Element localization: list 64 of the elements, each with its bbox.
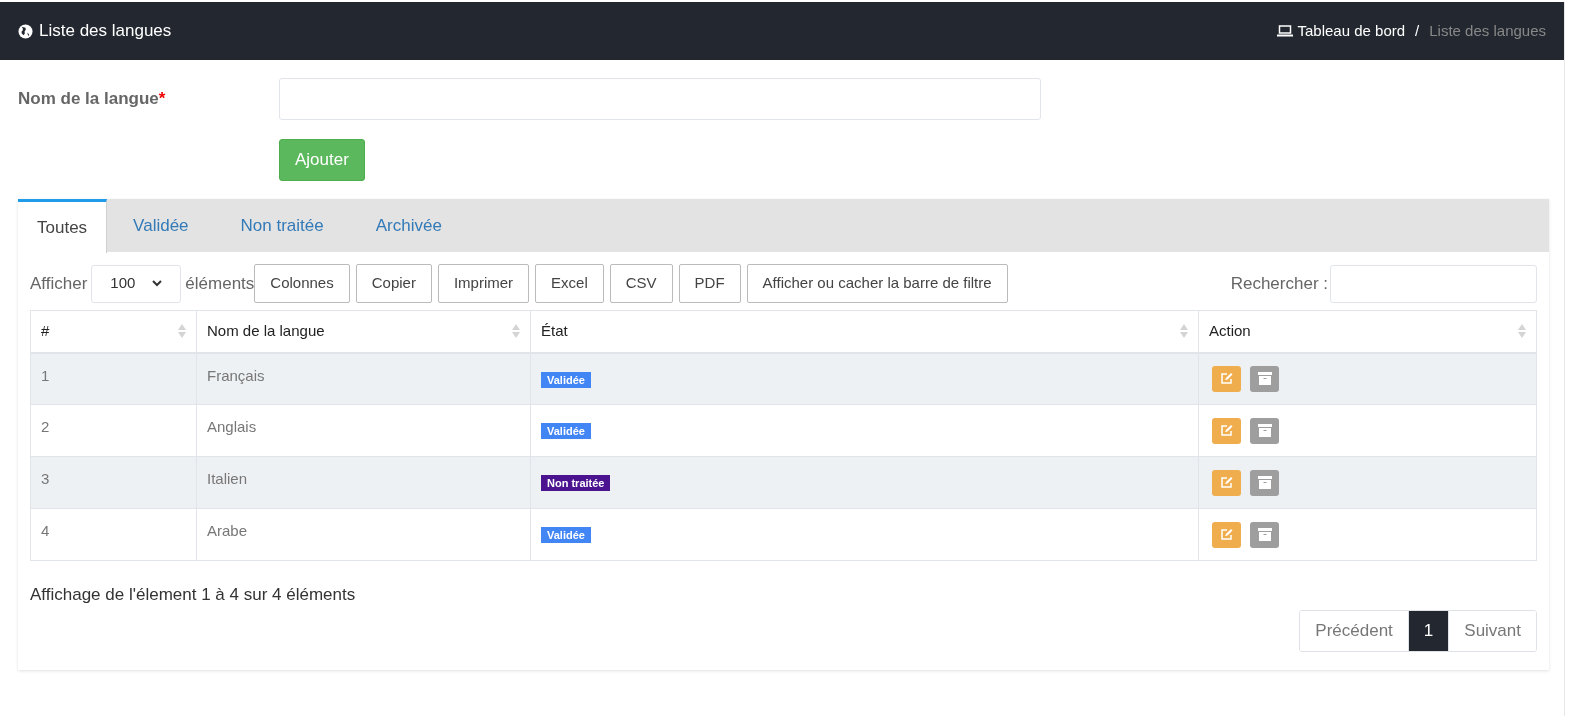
table-cell: Français xyxy=(196,352,531,405)
table-cell: 4 xyxy=(30,508,197,561)
edit-button[interactable] xyxy=(1212,365,1241,392)
table-cell: 3 xyxy=(30,456,197,509)
pagination-button[interactable]: 1 xyxy=(1407,610,1449,651)
table-cell: Arabe xyxy=(196,508,531,561)
export-button[interactable]: Imprimer xyxy=(437,264,530,303)
export-button[interactable]: Copier xyxy=(355,264,432,303)
edit-button[interactable] xyxy=(1212,469,1241,496)
tab[interactable]: Validée xyxy=(107,199,215,252)
sort-icon xyxy=(1518,323,1526,340)
edit-button[interactable] xyxy=(1212,417,1241,444)
show-suffix: éléments xyxy=(185,272,255,295)
archive-button[interactable] xyxy=(1250,365,1279,392)
export-button[interactable]: Afficher ou cacher la barre de filtre xyxy=(746,264,1008,303)
breadcrumb-link[interactable]: Tableau de bord xyxy=(1297,19,1406,43)
globe-icon xyxy=(18,23,33,39)
breadcrumb-link[interactable]: Liste des langues xyxy=(1429,19,1546,43)
edit-button[interactable] xyxy=(1212,521,1241,548)
export-button[interactable]: Colonnes xyxy=(254,264,350,303)
edit-icon xyxy=(1219,424,1234,437)
export-button[interactable]: CSV xyxy=(609,264,673,303)
language-name-input[interactable] xyxy=(279,78,1041,120)
show-label: Afficher xyxy=(30,272,88,295)
tab[interactable]: Archivée xyxy=(349,199,468,252)
tab[interactable]: Toutes xyxy=(18,199,108,253)
table-cell: 2 xyxy=(30,404,197,457)
archive-button[interactable] xyxy=(1250,469,1279,496)
archive-icon xyxy=(1257,372,1272,386)
column-header[interactable]: Action xyxy=(1198,310,1537,353)
sort-icon xyxy=(178,323,186,340)
page-title: Liste des langues xyxy=(39,20,172,43)
laptop-icon xyxy=(1277,25,1294,37)
field-label: Nom de la langue* xyxy=(18,89,166,109)
export-button[interactable]: PDF xyxy=(678,264,741,303)
table-cell: Italien xyxy=(196,456,531,509)
tab[interactable]: Non traitée xyxy=(214,199,350,252)
status-badge: Validée xyxy=(541,371,591,388)
archive-icon xyxy=(1257,424,1272,437)
status-badge: Validée xyxy=(541,527,591,543)
status-badge: Non traitée xyxy=(541,475,611,491)
pagination-button[interactable]: Suivant xyxy=(1448,610,1536,651)
breadcrumb-separator: / xyxy=(1415,20,1420,41)
edit-icon xyxy=(1219,528,1234,541)
search-input[interactable] xyxy=(1330,264,1537,303)
export-button[interactable]: Excel xyxy=(535,264,604,303)
search-label: Rechercher : xyxy=(1230,272,1328,295)
edit-icon xyxy=(1219,372,1234,386)
column-header[interactable]: Nom de la langue xyxy=(196,310,531,353)
sort-icon xyxy=(1180,323,1188,340)
archive-icon xyxy=(1257,528,1272,541)
table-cell: Anglais xyxy=(196,404,531,457)
page-size-select[interactable]: 100 xyxy=(91,264,182,303)
archive-button[interactable] xyxy=(1250,521,1279,548)
edit-icon xyxy=(1219,476,1234,489)
status-badge: Validée xyxy=(541,423,591,439)
table-info: Affichage de l'élement 1 à 4 sur 4 éléments xyxy=(30,585,356,604)
table-cell: 1 xyxy=(30,352,197,405)
column-header[interactable]: # xyxy=(30,310,197,353)
archive-button[interactable] xyxy=(1250,417,1279,444)
sort-icon xyxy=(512,323,520,340)
archive-icon xyxy=(1257,476,1272,489)
chevron-down-icon xyxy=(152,280,163,287)
column-header[interactable]: État xyxy=(530,310,1199,353)
